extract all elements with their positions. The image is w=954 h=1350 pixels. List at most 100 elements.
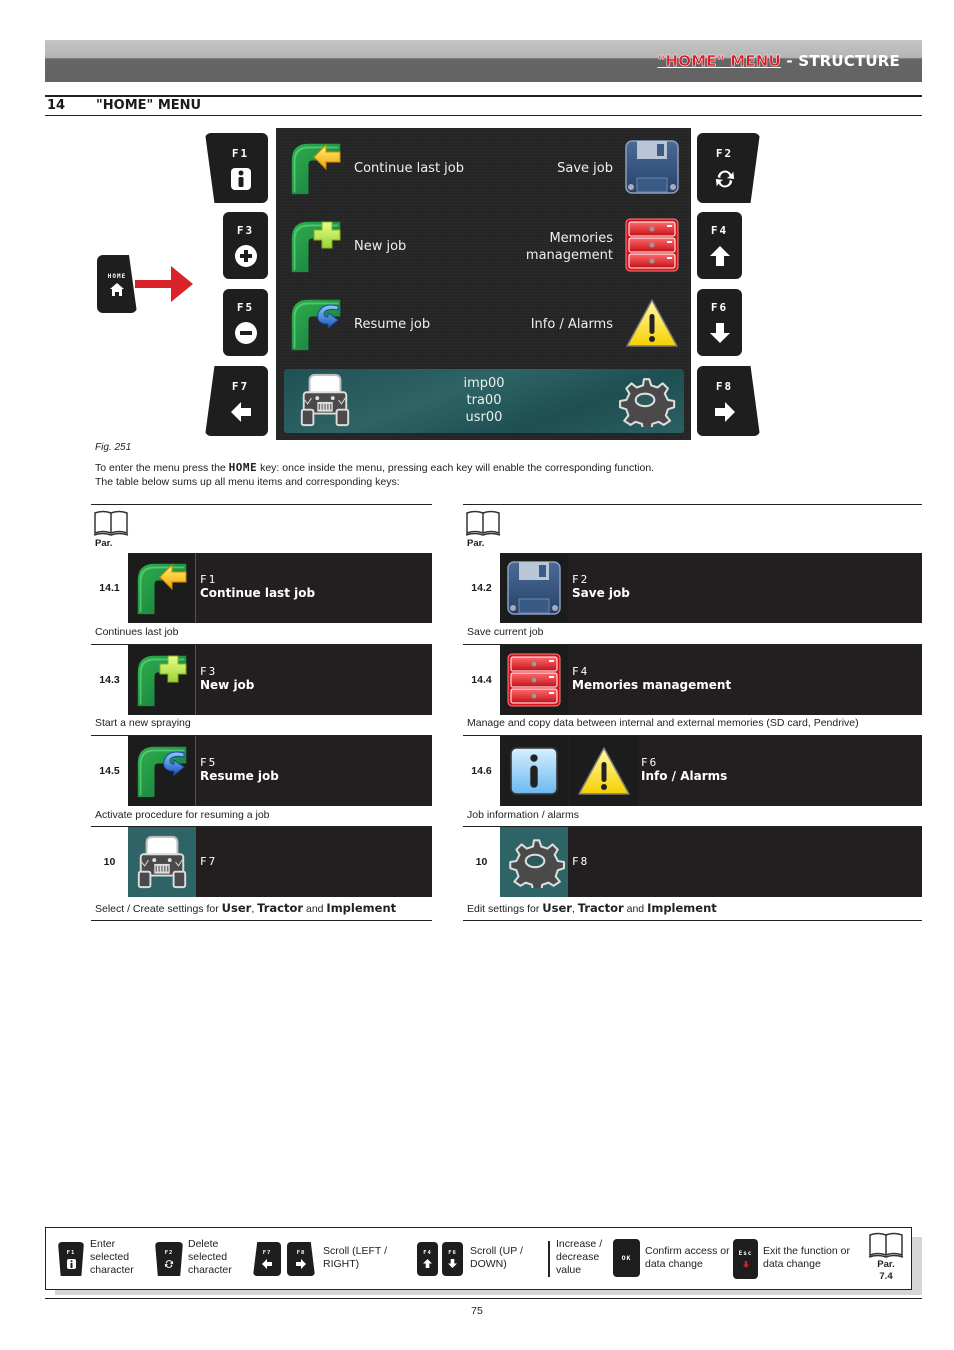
info-icon bbox=[230, 167, 252, 190]
section-title: "HOME" MENU bbox=[96, 98, 202, 113]
home-menu-screen: Continue last job Save job New job Memor… bbox=[276, 128, 691, 440]
table-row-f8: 10 F8 bbox=[463, 827, 922, 897]
f6-key[interactable]: F6 bbox=[697, 289, 742, 356]
row-description: Activate procedure for resuming a job bbox=[95, 809, 270, 821]
arrow-right-icon bbox=[296, 1258, 306, 1269]
tractor-icon bbox=[133, 833, 191, 891]
paragraph-ref[interactable]: 14.5 bbox=[91, 736, 128, 806]
menu-row-2: New job Memories management bbox=[276, 214, 691, 284]
paragraph-ref[interactable]: 14.1 bbox=[91, 553, 128, 623]
legend-f4-key: F4 bbox=[417, 1242, 438, 1276]
row-description: Select / Create settings for User, Tract… bbox=[95, 901, 397, 915]
home-key-word: HOME bbox=[228, 461, 258, 474]
paragraph-ref[interactable]: 14.6 bbox=[463, 736, 500, 806]
manual-book-icon bbox=[868, 1231, 904, 1259]
warning-icon bbox=[577, 746, 631, 796]
legend-f2-key: F2 bbox=[155, 1242, 183, 1276]
paragraph-ref[interactable]: 10 bbox=[463, 827, 500, 897]
new-job-label[interactable]: New job bbox=[354, 238, 406, 255]
row-description: Start a new spraying bbox=[95, 717, 191, 729]
continue-last-job-label[interactable]: Continue last job bbox=[354, 160, 464, 177]
menu-row-1: Continue last job Save job bbox=[276, 136, 691, 206]
info-alarms-label[interactable]: Info / Alarms bbox=[531, 316, 613, 333]
par-header: Par. bbox=[95, 538, 113, 549]
profile-status-bar: imp00 tra00 usr00 bbox=[284, 369, 684, 433]
refresh-icon bbox=[714, 168, 736, 190]
table-row-f5: 14.5 F5 Resume job bbox=[91, 736, 432, 806]
legend-divider bbox=[548, 1241, 550, 1277]
resume-job-icon bbox=[134, 743, 190, 799]
arrow-up-icon bbox=[423, 1259, 432, 1268]
f1-key[interactable]: F1 bbox=[205, 133, 268, 203]
legend-par-ref[interactable]: Par. 7.4 bbox=[868, 1259, 904, 1283]
f3-key[interactable]: F3 bbox=[223, 212, 268, 279]
save-job-label[interactable]: Save job bbox=[557, 160, 613, 177]
legend-esc-key: Esc bbox=[733, 1239, 758, 1279]
f5-key[interactable]: F5 bbox=[223, 289, 268, 356]
paragraph-ref[interactable]: 14.2 bbox=[463, 553, 500, 623]
row-description: Job information / alarms bbox=[467, 809, 580, 821]
f4-key[interactable]: F4 bbox=[697, 212, 742, 279]
banner-title: "HOME" MENU - STRUCTURE bbox=[657, 52, 900, 71]
row-description: Continues last job bbox=[95, 626, 179, 638]
arrow-left-icon bbox=[262, 1258, 272, 1269]
gear-icon[interactable] bbox=[612, 375, 676, 427]
page-number: 75 bbox=[471, 1305, 483, 1317]
arrow-up-icon bbox=[709, 245, 731, 267]
table-row-f6: 14.6 F6 Info / Alarms bbox=[463, 736, 922, 806]
home-key[interactable]: HOME bbox=[97, 255, 137, 313]
par-header: Par. bbox=[467, 538, 485, 549]
arrow-left-icon bbox=[230, 401, 252, 423]
gear-icon bbox=[503, 836, 565, 888]
menu-table-left: Par. 14.1 F1 Continue last job Continues … bbox=[91, 504, 432, 924]
floppy-disk-icon bbox=[507, 561, 561, 615]
warning-icon[interactable] bbox=[625, 298, 679, 348]
plus-circle-icon bbox=[234, 245, 257, 267]
manual-book-icon bbox=[93, 509, 129, 537]
intro-paragraph: To enter the menu press the HOME key: on… bbox=[95, 461, 655, 488]
key-legend: F1 Enter selected character F2 Delete se… bbox=[45, 1227, 912, 1290]
row-description: Save current job bbox=[467, 626, 544, 638]
legend-f7-key: F7 bbox=[253, 1242, 281, 1276]
resume-job-label[interactable]: Resume job bbox=[354, 316, 430, 333]
table-row-f1: 14.1 F1 Continue last job bbox=[91, 553, 432, 623]
info-icon bbox=[66, 1258, 76, 1269]
menu-table-right: Par. 14.2 F2 Save job Save current job 14… bbox=[463, 504, 922, 924]
escape-arrow-icon bbox=[742, 1261, 749, 1268]
figure-caption: Fig. 251 bbox=[95, 442, 132, 453]
continue-job-icon bbox=[134, 560, 190, 616]
paragraph-ref[interactable]: 10 bbox=[91, 827, 128, 897]
legend-f6-key: F6 bbox=[442, 1242, 463, 1276]
memories-management-label[interactable]: Memories management bbox=[526, 230, 613, 264]
table-row-f7: 10 F7 bbox=[91, 827, 432, 897]
section-number: 14 bbox=[47, 98, 66, 113]
table-row-f2: 14.2 F2 Save job bbox=[463, 553, 922, 623]
legend-ok-key: OK bbox=[613, 1239, 640, 1277]
memory-drawers-icon[interactable] bbox=[625, 218, 679, 272]
refresh-icon bbox=[164, 1259, 174, 1268]
header-banner: "HOME" MENU - STRUCTURE bbox=[45, 40, 922, 82]
memory-drawers-icon bbox=[507, 653, 561, 707]
resume-job-icon[interactable] bbox=[288, 296, 344, 352]
legend-f8-key: F8 bbox=[287, 1242, 315, 1276]
arrow-right-icon bbox=[714, 401, 736, 423]
minus-circle-icon bbox=[234, 322, 257, 344]
f2-key[interactable]: F2 bbox=[697, 133, 760, 203]
row-description: Edit settings for User, Tractor and Impl… bbox=[467, 901, 717, 915]
info-icon bbox=[509, 746, 559, 796]
paragraph-ref[interactable]: 14.4 bbox=[463, 645, 500, 715]
arrow-down-icon bbox=[448, 1259, 457, 1268]
house-icon bbox=[110, 282, 124, 296]
continue-job-icon[interactable] bbox=[288, 140, 344, 196]
manual-book-icon bbox=[465, 509, 501, 537]
new-job-icon bbox=[134, 652, 190, 708]
red-arrow-icon bbox=[135, 266, 193, 302]
floppy-disk-icon[interactable] bbox=[625, 140, 679, 194]
f8-key[interactable]: F8 bbox=[697, 366, 760, 436]
paragraph-ref[interactable]: 14.3 bbox=[91, 645, 128, 715]
legend-f1-key: F1 bbox=[58, 1242, 84, 1276]
section-heading: 14 "HOME" MENU bbox=[45, 95, 922, 116]
f7-key[interactable]: F7 bbox=[205, 366, 268, 436]
new-job-icon[interactable] bbox=[288, 218, 344, 274]
row-description: Manage and copy data between internal an… bbox=[467, 717, 859, 729]
